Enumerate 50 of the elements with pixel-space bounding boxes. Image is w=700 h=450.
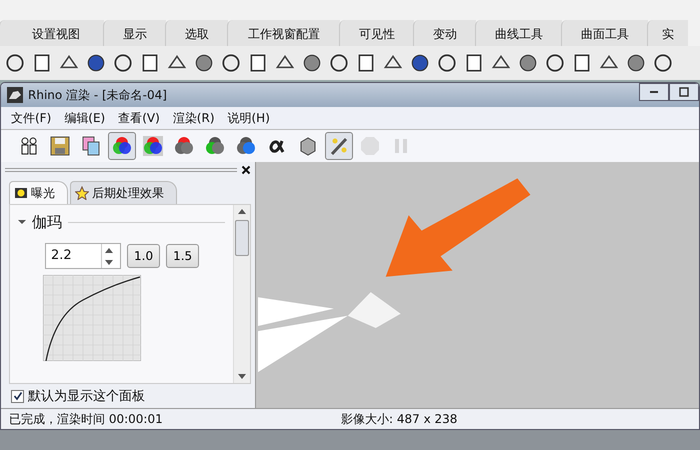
menu-item[interactable]: 编辑(E)	[64, 110, 106, 126]
scrollbar[interactable]	[233, 205, 250, 383]
channel-icon	[204, 135, 226, 157]
scroll-up-icon[interactable]	[238, 209, 246, 214]
star-icon	[75, 186, 89, 200]
wand-button[interactable]	[325, 132, 353, 160]
ribbon-tab[interactable]: 选取	[165, 20, 228, 46]
ribbon-tab[interactable]: 曲线工具	[475, 20, 562, 46]
save-icon	[49, 135, 71, 157]
maximize-button[interactable]	[669, 83, 699, 101]
menu-item[interactable]: 渲染(R)	[172, 110, 214, 126]
ribbon-tab[interactable]: 变动	[413, 20, 476, 46]
menu-item[interactable]: 说明(H)	[228, 110, 270, 126]
ribbon-tab[interactable]: 显示	[103, 20, 166, 46]
minimize-icon	[650, 91, 658, 93]
color-channels-icon	[142, 135, 164, 157]
lamp-icon	[14, 186, 28, 200]
channel-icon	[173, 135, 195, 157]
preset-button[interactable]: 1.5	[166, 244, 200, 268]
scrollbar-thumb[interactable]	[235, 220, 249, 256]
ribbon-tab[interactable]: 曲面工具	[561, 20, 648, 46]
wand-icon	[328, 135, 350, 157]
image-size-text: 影像大小: 487 x 238	[340, 410, 458, 428]
panel-tab[interactable]: 后期处理效果	[70, 181, 177, 204]
status-text: 已完成，渲染时间 00:00:01	[8, 410, 164, 428]
checkbox-label: 默认为显示这个面板	[28, 388, 145, 405]
panel-tab[interactable]: 曝光	[9, 181, 68, 204]
preset-button[interactable]: 1.0	[127, 244, 160, 268]
color-channels-icon	[111, 135, 133, 157]
menu-item[interactable]: 文件(F)	[11, 110, 52, 126]
maximize-icon	[678, 86, 690, 98]
stop-icon	[359, 135, 381, 157]
window-title: Rhino 渲染 - [未命名-04]	[28, 86, 168, 104]
ribbon-tab[interactable]: 可见性	[339, 20, 414, 46]
minimize-button[interactable]	[639, 83, 669, 101]
spin-up-icon[interactable]	[105, 248, 113, 252]
channel-icon	[235, 135, 257, 157]
checkbox[interactable]	[11, 390, 24, 402]
rhino-icon	[7, 87, 23, 103]
section-title: 伽玛	[32, 212, 62, 232]
gamma-spin-field[interactable]: 2.2	[45, 243, 121, 269]
menu-item[interactable]: 查看(V)	[118, 110, 160, 126]
close-icon[interactable]	[241, 165, 251, 175]
scroll-down-icon[interactable]	[238, 374, 246, 379]
color-channels-button[interactable]	[108, 132, 136, 160]
arrow-icon	[386, 178, 530, 277]
ribbon-tab[interactable]: 设置视图	[0, 20, 104, 46]
ribbon-tab[interactable]: 工作视窗配置	[227, 20, 340, 46]
spin-down-icon[interactable]	[105, 260, 113, 264]
ribbon-tab[interactable]: 实	[647, 20, 688, 46]
